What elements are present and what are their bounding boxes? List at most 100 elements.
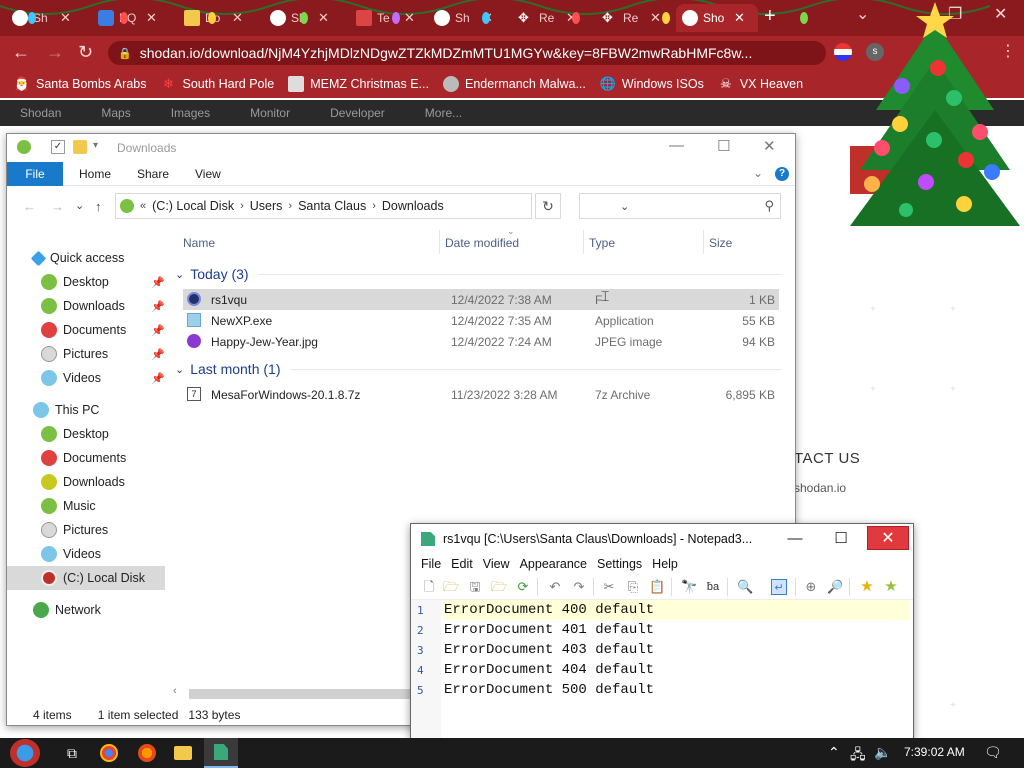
nav-developer[interactable]: Developer: [310, 100, 405, 126]
code-line[interactable]: ErrorDocument 404 default: [443, 660, 909, 680]
ribbon-file-tab[interactable]: File: [7, 162, 63, 186]
group-today[interactable]: ⌄ Today (3): [175, 264, 249, 284]
menu-edit[interactable]: Edit: [451, 557, 473, 571]
file-row-mesa[interactable]: 7 MesaForWindows-20.1.8.7z 11/23/2022 3:…: [183, 384, 779, 405]
group-last-month[interactable]: ⌄ Last month (1): [175, 359, 280, 379]
file-row-newxp[interactable]: NewXP.exe 12/4/2022 7:35 AM Application …: [183, 310, 779, 331]
minimize-icon[interactable]: —: [669, 137, 684, 154]
overflow-crumb[interactable]: «: [140, 200, 146, 212]
word-wrap-icon[interactable]: ↵: [771, 579, 787, 595]
browser-tab-active[interactable]: Sho ✕: [676, 4, 758, 32]
minimize-icon[interactable]: —: [773, 524, 817, 552]
new-folder-icon[interactable]: [73, 140, 87, 154]
bookmark-vx-heaven[interactable]: ☠ VX Heaven: [718, 76, 803, 92]
pin-icon[interactable]: 📌: [151, 276, 165, 289]
file-row-rs1vqu[interactable]: rs1vqu 12/4/2022 7:38 AM F 1 KB: [183, 289, 779, 310]
forward-arrow-icon[interactable]: →: [51, 199, 64, 214]
refresh-button[interactable]: ↻: [535, 193, 561, 219]
nav-pc-pictures[interactable]: Pictures: [7, 518, 165, 542]
horizontal-scrollbar[interactable]: ‹: [173, 685, 413, 700]
crumb-local-disk[interactable]: (C:) Local Disk: [152, 199, 234, 213]
nav-quick-downloads[interactable]: Downloads 📌: [7, 294, 165, 318]
pin-icon[interactable]: 📌: [151, 300, 165, 313]
code-line[interactable]: ErrorDocument 400 default: [443, 600, 909, 620]
recent-locations-icon[interactable]: ⌄: [75, 199, 84, 212]
notifications-icon[interactable]: 🗨: [984, 744, 1002, 761]
close-icon[interactable]: ✕: [763, 137, 776, 155]
close-tab-icon[interactable]: ✕: [318, 10, 329, 26]
help-icon[interactable]: ?: [775, 167, 789, 181]
nav-pc-videos[interactable]: Videos: [7, 542, 165, 566]
column-header-name[interactable]: Name: [183, 236, 215, 250]
task-view-icon[interactable]: ⧉: [62, 743, 82, 763]
address-bar[interactable]: « (C:) Local Disk › Users › Santa Claus …: [115, 193, 629, 219]
close-tab-icon[interactable]: ✕: [60, 10, 71, 26]
notepad3-taskbar-icon[interactable]: [204, 738, 238, 768]
editor-area[interactable]: 1 2 3 4 5 ErrorDocument 400 default Erro…: [411, 600, 913, 738]
crumb-separator-icon[interactable]: ›: [240, 200, 244, 212]
nav-quick-pictures[interactable]: Pictures 📌: [7, 342, 165, 366]
nav-maps[interactable]: Maps: [81, 100, 150, 126]
pin-icon[interactable]: 📌: [151, 372, 165, 385]
crumb-separator-icon[interactable]: ›: [372, 200, 376, 212]
crumb-users[interactable]: Users: [250, 199, 283, 213]
column-divider[interactable]: [583, 230, 584, 254]
pin-icon[interactable]: 📌: [151, 324, 165, 337]
code-line[interactable]: ErrorDocument 401 default: [443, 620, 909, 640]
cut-icon[interactable]: ✂: [601, 579, 617, 595]
menu-view[interactable]: View: [483, 557, 510, 571]
bookmark-santa-bombs-arabs[interactable]: 🎅 Santa Bombs Arabs: [14, 76, 147, 92]
column-header-size[interactable]: Size: [709, 236, 732, 250]
crumb-downloads[interactable]: Downloads: [382, 199, 444, 213]
bookmark-windows-isos[interactable]: 🌐 Windows ISOs: [600, 76, 704, 92]
nav-pc-documents[interactable]: Documents: [7, 446, 165, 470]
code-line[interactable]: ErrorDocument 403 default: [443, 640, 909, 660]
close-tab-icon[interactable]: ✕: [146, 10, 157, 26]
zoom-in-icon[interactable]: ⊕: [803, 579, 819, 595]
menu-help[interactable]: Help: [652, 557, 678, 571]
start-button[interactable]: [10, 739, 40, 767]
back-arrow-icon[interactable]: ←: [12, 41, 30, 63]
menu-file[interactable]: File: [421, 557, 441, 571]
nav-pc-desktop[interactable]: Desktop: [7, 422, 165, 446]
menu-appearance[interactable]: Appearance: [520, 557, 587, 571]
close-icon[interactable]: ✕: [867, 526, 909, 550]
nav-quick-desktop[interactable]: Desktop 📌: [7, 270, 165, 294]
close-tab-icon[interactable]: ✕: [232, 10, 243, 26]
explorer-titlebar[interactable]: ✓ ▾ Downloads — ☐ ✕: [7, 134, 795, 162]
column-divider[interactable]: [439, 230, 440, 254]
taskbar-clock[interactable]: 7:39:02 AM: [904, 745, 965, 759]
save-as-icon[interactable]: 🗁: [491, 579, 507, 595]
close-tab-icon[interactable]: ✕: [734, 10, 745, 26]
reload-icon[interactable]: ↻: [78, 41, 93, 63]
show-hidden-icons-icon[interactable]: ⌃: [828, 744, 840, 761]
bookmark-endermanch[interactable]: Endermanch Malwa...: [442, 76, 586, 92]
bookmark-south-hard-pole[interactable]: ❄ South Hard Pole: [160, 76, 274, 92]
nav-quick-documents[interactable]: Documents 📌: [7, 318, 165, 342]
paste-icon[interactable]: 📋: [649, 579, 665, 595]
open-file-icon[interactable]: 🗁: [443, 579, 459, 595]
favorites-star-icon[interactable]: ★: [859, 579, 875, 595]
browser-tab[interactable]: Te ✕: [350, 4, 421, 32]
forward-arrow-icon[interactable]: →: [46, 41, 64, 63]
menu-settings[interactable]: Settings: [597, 557, 642, 571]
ribbon-share-tab[interactable]: Share: [137, 167, 169, 181]
column-divider[interactable]: [703, 230, 704, 254]
nav-quick-videos[interactable]: Videos 📌: [7, 366, 165, 390]
maximize-icon[interactable]: ☐: [717, 137, 730, 155]
nav-pc-downloads[interactable]: Downloads: [7, 470, 165, 494]
file-row-happy-jew-year[interactable]: Happy-Jew-Year.jpg 12/4/2022 7:24 AM JPE…: [183, 331, 779, 352]
crumb-santa-claus[interactable]: Santa Claus: [298, 199, 366, 213]
ribbon-view-tab[interactable]: View: [195, 167, 221, 181]
add-favorite-star-icon[interactable]: ★: [883, 579, 899, 595]
back-arrow-icon[interactable]: ←: [23, 199, 36, 214]
column-header-date[interactable]: Date modified: [445, 236, 519, 250]
code-line[interactable]: ErrorDocument 500 default: [443, 680, 909, 700]
column-header-type[interactable]: Type: [589, 236, 615, 250]
crumb-separator-icon[interactable]: ›: [288, 200, 292, 212]
replace-icon[interactable]: ƀa: [705, 579, 721, 595]
nav-quick-access[interactable]: Quick access: [7, 246, 165, 270]
browser-tab[interactable]: ✥ Re ✕: [596, 4, 667, 32]
new-file-icon[interactable]: 🗋: [421, 579, 437, 595]
maximize-icon[interactable]: ☐: [819, 524, 863, 552]
